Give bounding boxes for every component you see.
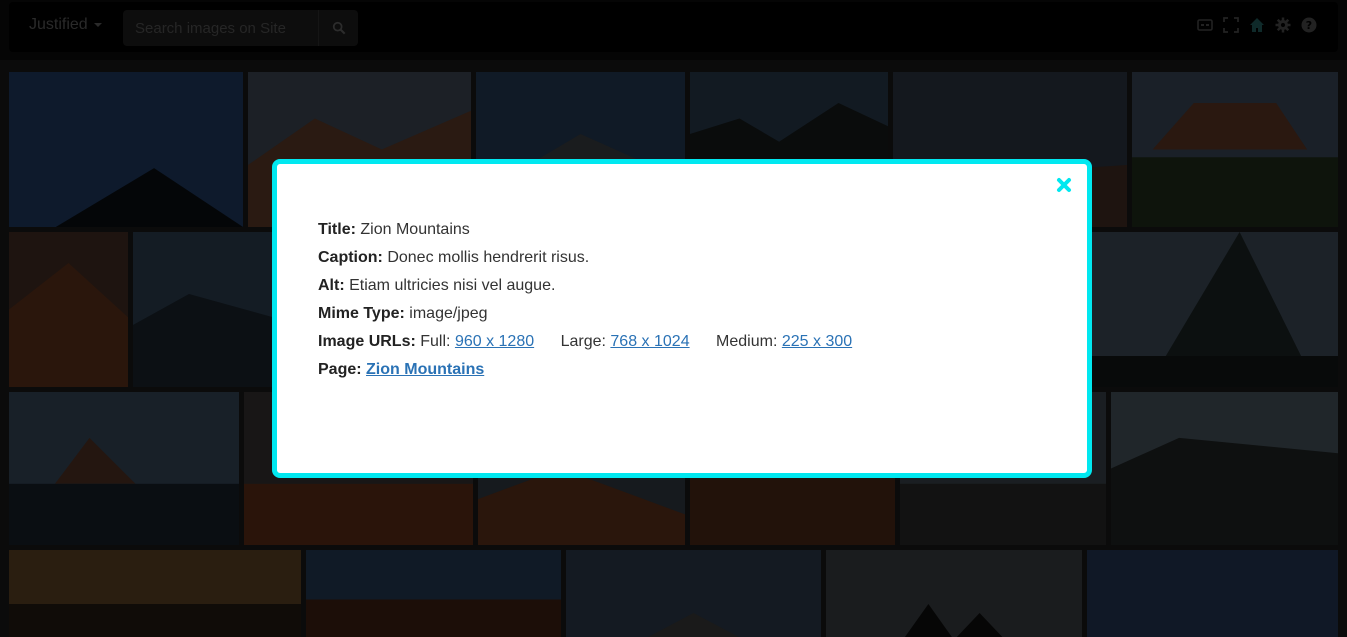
gallery-image[interactable] [1087, 550, 1338, 637]
home-button[interactable] [1248, 16, 1266, 34]
page-link[interactable]: Zion Mountains [366, 361, 484, 378]
info-value: image/jpeg [409, 305, 488, 322]
gallery-image[interactable] [1132, 72, 1338, 227]
layout-mode-label: Justified [29, 16, 88, 33]
fullscreen-icon [1223, 17, 1239, 33]
info-label: Image URLs: [318, 333, 416, 350]
gallery-image[interactable] [9, 550, 301, 637]
gallery-image[interactable] [1111, 392, 1338, 545]
info-row-title: Title: Zion Mountains [318, 216, 852, 244]
full-size-link[interactable]: 960 x 1280 [455, 333, 534, 350]
search-icon [332, 21, 345, 35]
info-label: Alt: [318, 277, 345, 294]
medium-label: Medium: [716, 333, 778, 350]
top-toolbar: Justified ? [9, 2, 1338, 52]
large-label: Large: [560, 333, 606, 350]
gear-icon [1275, 17, 1291, 33]
caption-icon [1197, 19, 1213, 31]
info-row-mime: Mime Type: image/jpeg [318, 300, 852, 328]
gallery-image[interactable] [9, 232, 128, 387]
info-row-alt: Alt: Etiam ultricies nisi vel augue. [318, 272, 852, 300]
gallery-image[interactable] [566, 550, 821, 637]
close-icon [1057, 178, 1071, 192]
caption-toggle-button[interactable] [1196, 16, 1214, 34]
fullscreen-button[interactable] [1222, 16, 1240, 34]
search-input[interactable] [123, 10, 318, 46]
info-value: Zion Mountains [360, 221, 470, 238]
large-size-link[interactable]: 768 x 1024 [610, 333, 689, 350]
info-label: Caption: [318, 249, 383, 266]
gallery-image[interactable] [306, 550, 561, 637]
gallery-image[interactable] [1092, 232, 1338, 387]
gallery-image[interactable] [133, 232, 273, 387]
gallery-image[interactable] [826, 550, 1082, 637]
medium-size-link[interactable]: 225 x 300 [782, 333, 852, 350]
gallery-image[interactable] [9, 392, 239, 545]
search-box [123, 10, 358, 46]
gallery-image[interactable] [9, 72, 243, 227]
search-button[interactable] [318, 10, 358, 46]
close-button[interactable] [1055, 176, 1073, 194]
info-row-page: Page: Zion Mountains [318, 356, 852, 384]
info-value: Donec mollis hendrerit risus. [387, 249, 590, 266]
caret-down-icon [93, 22, 102, 27]
layout-mode-dropdown[interactable]: Justified [29, 16, 102, 34]
info-label: Mime Type: [318, 305, 405, 322]
info-label: Title: [318, 221, 356, 238]
settings-button[interactable] [1274, 16, 1292, 34]
info-value: Etiam ultricies nisi vel augue. [349, 277, 556, 294]
help-button[interactable]: ? [1300, 16, 1318, 34]
info-row-urls: Image URLs: Full: 960 x 1280 Large: 768 … [318, 328, 852, 356]
image-info-modal: Title: Zion Mountains Caption: Donec mol… [272, 159, 1092, 478]
info-label: Page: [318, 361, 362, 378]
home-icon [1250, 18, 1264, 32]
info-row-caption: Caption: Donec mollis hendrerit risus. [318, 244, 852, 272]
full-label: Full: [420, 333, 451, 350]
svg-text:?: ? [1306, 19, 1312, 32]
help-icon: ? [1301, 17, 1317, 33]
image-info: Title: Zion Mountains Caption: Donec mol… [318, 216, 852, 384]
